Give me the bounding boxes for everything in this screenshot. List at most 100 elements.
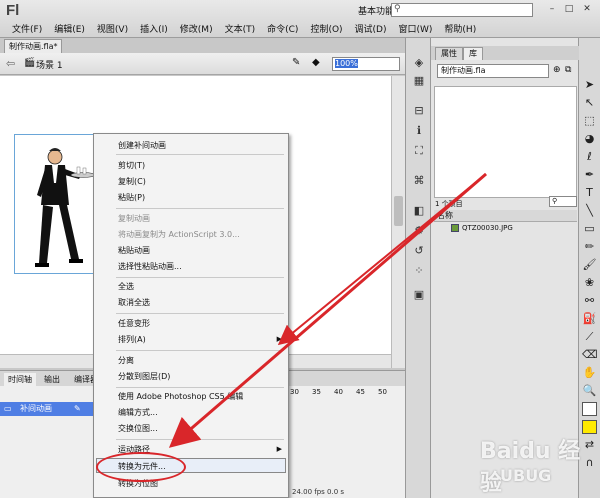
menu-copy-motion[interactable]: 复制动画 xyxy=(118,213,150,224)
menu-deselect-all[interactable]: 取消全选 xyxy=(118,297,150,308)
components-icon[interactable]: ⚙ xyxy=(412,224,426,238)
frame-ruler[interactable]: 30 35 40 45 50 xyxy=(288,386,405,400)
align-icon[interactable]: ⊟ xyxy=(412,104,426,118)
3d-rotation-tool-icon[interactable]: ◕ xyxy=(582,132,597,146)
zoom-select[interactable]: 100% xyxy=(332,57,400,71)
menu-separator xyxy=(116,439,284,440)
help-search-input[interactable]: ⚲ xyxy=(391,3,533,17)
menu-cut[interactable]: 剪切(T) xyxy=(118,160,145,171)
menu-copy[interactable]: 复制(C) xyxy=(118,176,146,187)
edit-bar: ⇦ 🎬 场景 1 ✎ ◆ 100% xyxy=(0,53,405,75)
menu-modify[interactable]: 修改(M) xyxy=(174,22,219,35)
menu-help[interactable]: 帮助(H) xyxy=(438,22,482,35)
zoom-tool-icon[interactable]: 🔍 xyxy=(582,384,597,398)
stage-vertical-scrollbar[interactable] xyxy=(391,76,405,368)
layer-row[interactable]: ▭ 补间动画 ✎ xyxy=(0,402,100,416)
library-item[interactable]: QTZ00030.JPG xyxy=(451,222,513,234)
tab-library[interactable]: 库 xyxy=(463,47,483,60)
minimize-button[interactable]: – xyxy=(545,4,559,16)
edit-scene-icon[interactable]: ✎ xyxy=(292,57,300,68)
menu-window[interactable]: 窗口(W) xyxy=(393,22,439,35)
menu-paste-motion[interactable]: 粘贴动画 xyxy=(118,245,150,256)
info-icon[interactable]: ℹ xyxy=(412,124,426,138)
scene-icon: 🎬 xyxy=(24,58,36,68)
stroke-color-icon[interactable] xyxy=(582,402,597,416)
frame-number: 30 xyxy=(290,388,299,396)
fill-color-icon[interactable] xyxy=(582,420,597,434)
pen-tool-icon[interactable]: ✒ xyxy=(582,168,597,182)
bone-tool-icon[interactable]: ⚯ xyxy=(582,294,597,308)
brush-tool-icon[interactable]: 🖌 xyxy=(582,258,597,272)
motion-presets-icon[interactable]: ◧ xyxy=(412,204,426,218)
subselection-tool-icon[interactable]: ↖ xyxy=(582,96,597,110)
menu-text[interactable]: 文本(T) xyxy=(219,22,262,35)
search-icon: ⚲ xyxy=(552,197,558,205)
text-tool-icon[interactable]: T xyxy=(582,186,597,200)
layer-name: 补间动画 xyxy=(20,404,52,413)
menu-copy-motion-as-as3[interactable]: 将动画复制为 ActionScript 3.0... xyxy=(118,229,240,240)
menu-insert[interactable]: 插入(I) xyxy=(134,22,174,35)
transform-icon[interactable]: ⛶ xyxy=(412,144,426,158)
hand-tool-icon[interactable]: ✋ xyxy=(582,366,597,380)
library-column-header[interactable]: 名称 xyxy=(434,210,577,222)
menu-edit[interactable]: 编辑(E) xyxy=(48,22,91,35)
swatches-icon[interactable]: ▦ xyxy=(412,74,426,88)
context-menu: 创建补间动画 剪切(T) 复制(C) 粘贴(P) 复制动画 将动画复制为 Act… xyxy=(93,133,289,498)
code-snippets-icon[interactable]: ⌘ xyxy=(412,174,426,188)
menu-paste[interactable]: 粘贴(P) xyxy=(118,192,145,203)
library-search-input[interactable]: ⚲ xyxy=(549,196,577,207)
menu-select-all[interactable]: 全选 xyxy=(118,281,134,292)
pin-icon[interactable]: ⊕ xyxy=(553,65,561,75)
menu-break-apart[interactable]: 分离 xyxy=(118,355,134,366)
menu-arrange[interactable]: 排列(A) xyxy=(118,334,146,345)
menu-control[interactable]: 控制(O) xyxy=(304,22,348,35)
paint-bucket-tool-icon[interactable]: ⛽ xyxy=(582,312,597,326)
tab-properties[interactable]: 属性 xyxy=(435,47,463,60)
color-icon[interactable]: ◈ xyxy=(412,56,426,70)
tab-output[interactable]: 输出 xyxy=(40,373,64,386)
eraser-tool-icon[interactable]: ⌫ xyxy=(582,348,598,362)
menu-file[interactable]: 文件(F) xyxy=(6,22,48,35)
menu-distribute-to-layers[interactable]: 分散到图层(D) xyxy=(118,371,170,382)
library-document-select[interactable]: 制作动画.fla xyxy=(437,64,549,78)
scene-label: 场景 1 xyxy=(36,61,63,71)
rectangle-tool-icon[interactable]: ▭ xyxy=(582,222,597,236)
zoom-value: 100% xyxy=(335,59,358,68)
new-library-icon[interactable]: ⧉ xyxy=(565,65,571,75)
tab-timeline[interactable]: 时间轴 xyxy=(4,373,36,386)
menu-debug[interactable]: 调试(D) xyxy=(349,22,393,35)
free-transform-tool-icon[interactable]: ⬚ xyxy=(582,114,597,128)
menu-bar: Fl 文件(F) 编辑(E) 视图(V) 插入(I) 修改(M) 文本(T) 命… xyxy=(0,0,600,38)
output-icon[interactable]: ▣ xyxy=(412,288,426,302)
scrollbar-thumb[interactable] xyxy=(394,196,403,226)
search-icon: ⚲ xyxy=(394,4,401,14)
back-arrow-icon[interactable]: ⇦ xyxy=(6,57,15,70)
library-panel: 属性 库 制作动画.fla ⊕ ⧉ 1 个项目 ⚲ 名称 QTZ00030.JP… xyxy=(431,38,579,498)
menu-free-transform[interactable]: 任意变形 xyxy=(118,318,150,329)
menu-separator xyxy=(116,277,284,278)
eyedropper-tool-icon[interactable]: ⟋ xyxy=(582,330,597,344)
menu-separator xyxy=(116,208,284,209)
deco-tool-icon[interactable]: ❀ xyxy=(582,276,597,290)
movie-explorer-icon[interactable]: ⁘ xyxy=(412,264,426,278)
menu-create-motion-tween[interactable]: 创建补间动画 xyxy=(118,140,166,151)
document-tab-strip: 制作动画.fla* xyxy=(0,38,405,53)
line-tool-icon[interactable]: ╲ xyxy=(582,204,597,218)
menu-view[interactable]: 视图(V) xyxy=(91,22,134,35)
bitmap-icon xyxy=(451,224,459,232)
app-logo: Fl xyxy=(6,2,20,19)
menu-commands[interactable]: 命令(C) xyxy=(261,22,304,35)
library-preview xyxy=(434,86,577,198)
menu-swap-bitmap[interactable]: 交换位图... xyxy=(118,423,158,434)
history-icon[interactable]: ↺ xyxy=(412,244,426,258)
document-tab[interactable]: 制作动画.fla* xyxy=(4,39,63,53)
menu-paste-motion-special[interactable]: 选择性粘贴动画... xyxy=(118,261,182,272)
lasso-tool-icon[interactable]: ℓ xyxy=(582,150,597,164)
menu-edit-with-photoshop[interactable]: 使用 Adobe Photoshop CS5 编辑 xyxy=(118,391,243,402)
pencil-tool-icon[interactable]: ✏ xyxy=(582,240,597,254)
selection-tool-icon[interactable]: ➤ xyxy=(582,78,597,92)
maximize-button[interactable]: □ xyxy=(562,4,576,16)
edit-symbols-icon[interactable]: ◆ xyxy=(312,57,320,68)
menu-edit-with[interactable]: 编辑方式... xyxy=(118,407,158,418)
close-button[interactable]: ✕ xyxy=(580,4,594,16)
